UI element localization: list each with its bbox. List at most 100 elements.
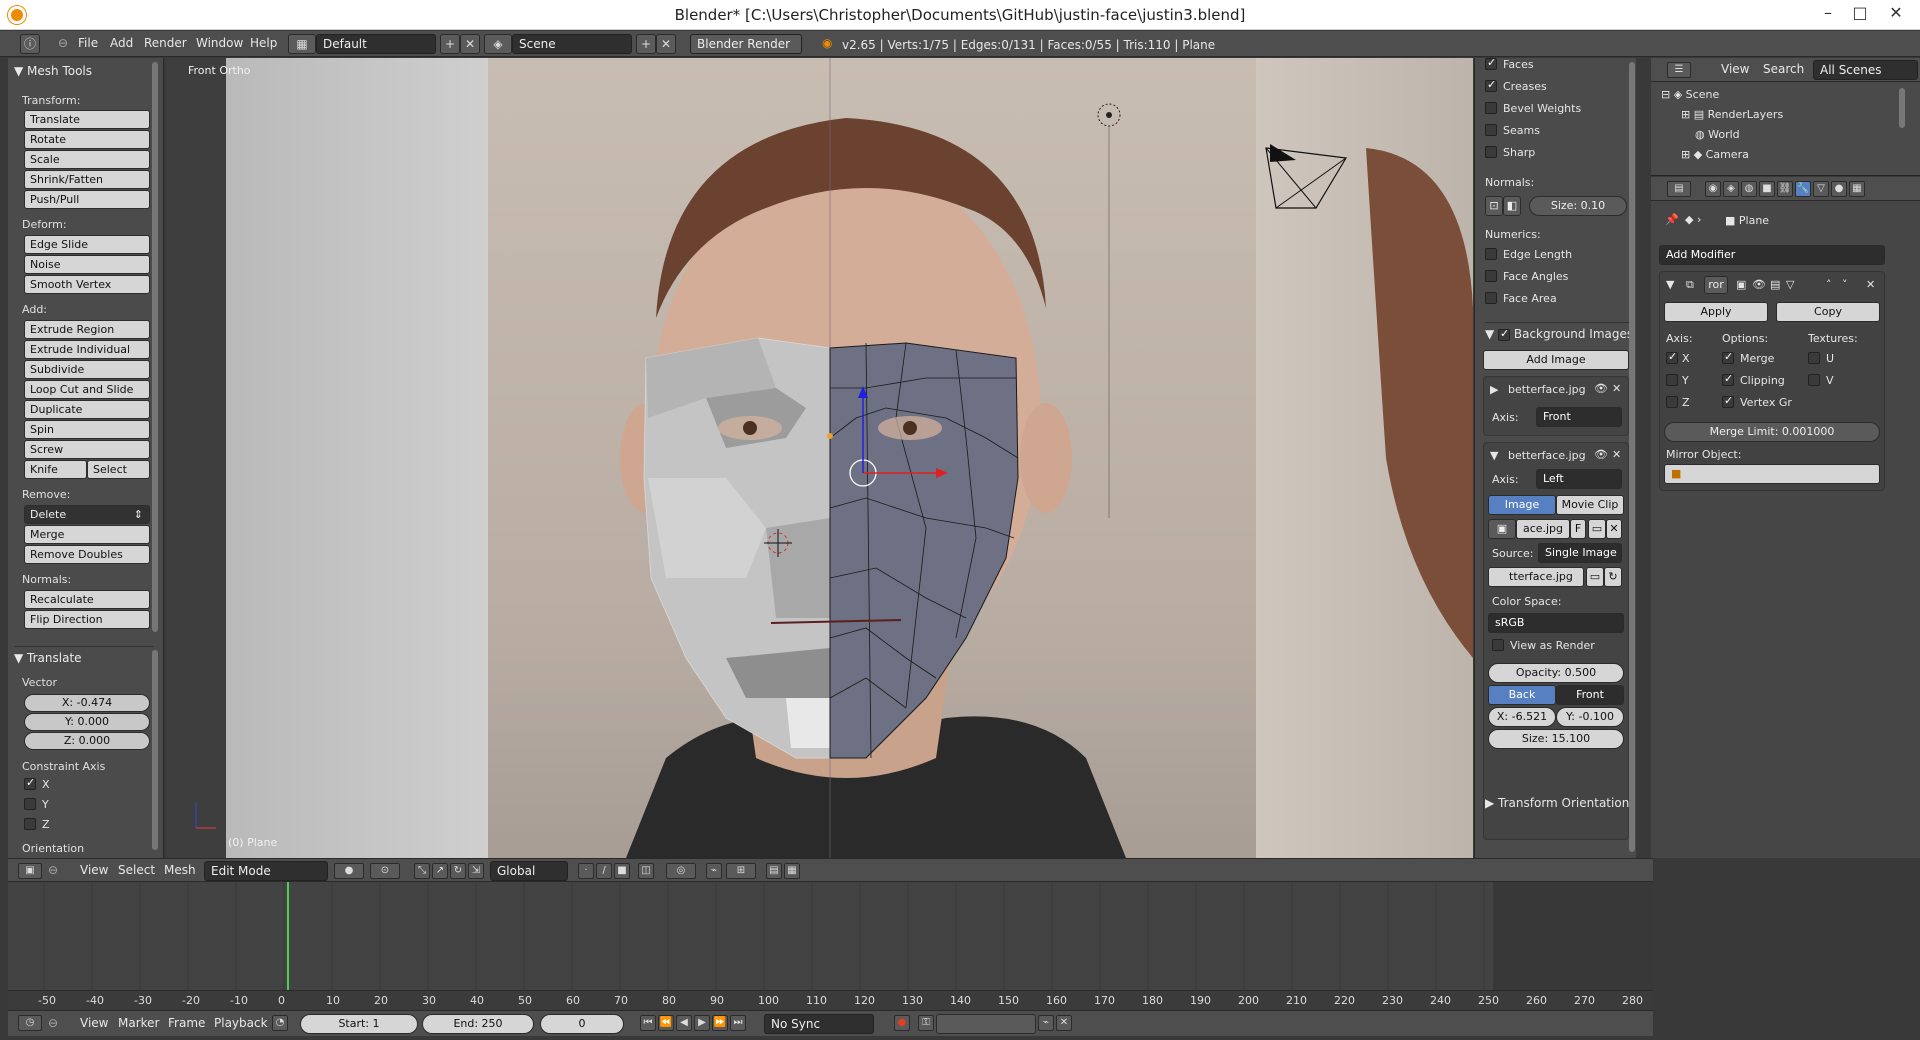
rotate-button[interactable]: Rotate xyxy=(24,130,150,149)
screw-button[interactable]: Screw xyxy=(24,440,150,459)
modifier-render-icon[interactable]: ▣ xyxy=(1736,278,1746,291)
clipping-checkbox[interactable] xyxy=(1722,372,1734,386)
unlink-image-icon[interactable]: ✕ xyxy=(1606,519,1622,539)
mirror-z-checkbox[interactable] xyxy=(1666,396,1678,408)
jump-keyframe-back-icon[interactable]: ⏪ xyxy=(658,1015,674,1031)
outliner-scene-item[interactable]: ⊟ ◈ Scene xyxy=(1661,88,1719,101)
image-2-collapse-icon[interactable]: ▼ xyxy=(1490,449,1498,462)
image-size-field[interactable]: Size: 15.100 xyxy=(1488,729,1624,749)
subdivide-button[interactable]: Subdivide xyxy=(24,360,150,379)
constraint-x-checkbox[interactable] xyxy=(24,776,36,790)
mirror-x-checkbox[interactable] xyxy=(1666,350,1678,364)
timeline-view-menu[interactable]: View xyxy=(80,1016,108,1030)
occlude-geometry-icon[interactable]: ◫ xyxy=(638,863,654,879)
merge-button[interactable]: Merge xyxy=(24,525,150,544)
vertex-select-icon[interactable]: · xyxy=(578,863,594,879)
smooth-vertex-button[interactable]: Smooth Vertex xyxy=(24,275,150,294)
spin-button[interactable]: Spin xyxy=(24,420,150,439)
remove-doubles-button[interactable]: Remove Doubles xyxy=(24,545,150,564)
play-icon[interactable]: ▶ xyxy=(694,1015,710,1031)
sharp-checkbox[interactable] xyxy=(1485,146,1497,158)
image-2-axis-dropdown[interactable]: Left xyxy=(1536,469,1622,489)
front-toggle[interactable]: Front xyxy=(1556,685,1624,705)
outliner-camera-item[interactable]: ⊞ ◆ Camera xyxy=(1681,148,1749,162)
vector-z-field[interactable]: Z: 0.000 xyxy=(24,732,150,750)
3d-collapse-icon[interactable]: ⊖ xyxy=(48,863,58,877)
edge-slide-button[interactable]: Edge Slide xyxy=(24,235,150,254)
menu-help[interactable]: Help xyxy=(250,36,277,50)
face-normals-icon[interactable]: ◧ xyxy=(1503,196,1521,216)
normals-size-field[interactable]: Size: 0.10 xyxy=(1529,196,1627,216)
opengl-anim-icon[interactable]: ▦ xyxy=(784,863,800,879)
outliner-editor-icon[interactable]: ☰ xyxy=(1667,62,1691,78)
image-filepath-field[interactable]: tterface.jpg xyxy=(1488,567,1584,587)
scene-tab-icon[interactable]: ◈ xyxy=(1723,181,1739,197)
move-up-icon[interactable]: ˄ xyxy=(1826,278,1832,291)
menu-render[interactable]: Render xyxy=(144,36,187,50)
snap-toggle-icon[interactable]: ⌁ xyxy=(706,863,722,879)
texture-tab-icon[interactable]: ▦ xyxy=(1849,181,1865,197)
keying-set-field[interactable] xyxy=(936,1014,1036,1034)
constraint-y-checkbox[interactable] xyxy=(24,798,36,810)
timeline-frame-menu[interactable]: Frame xyxy=(168,1016,205,1030)
push-pull-button[interactable]: Push/Pull xyxy=(24,190,150,209)
source-dropdown[interactable]: Single Image xyxy=(1538,543,1622,563)
delete-keyframe-icon[interactable]: ✕ xyxy=(1056,1015,1072,1031)
outliner-renderlayers-item[interactable]: ⊞ ▤ RenderLayers xyxy=(1681,108,1783,121)
image-2-remove-icon[interactable]: ✕ xyxy=(1612,448,1621,461)
timeline-editor[interactable]: -50 -40 -30 -20 -10 0 10 20 30 40 50 60 70 80 90 100 110… xyxy=(8,882,1653,1010)
maximize-button[interactable]: □ xyxy=(1840,2,1880,26)
add-layout-icon[interactable]: + xyxy=(440,34,460,54)
start-frame-field[interactable]: Start: 1 xyxy=(300,1014,418,1034)
texture-v-checkbox[interactable] xyxy=(1808,374,1820,386)
object-tab-icon[interactable]: ■ xyxy=(1759,181,1775,197)
modifier-view-icon[interactable]: 👁 xyxy=(1752,278,1766,291)
browse-filepath-icon[interactable]: ▭ xyxy=(1586,567,1604,587)
scene-icon[interactable]: ◈ xyxy=(484,34,512,54)
merge-limit-field[interactable]: Merge Limit: 0.001000 xyxy=(1664,422,1880,442)
image-1-axis-dropdown[interactable]: Front xyxy=(1536,407,1622,427)
proportional-editing-icon[interactable]: ◎ xyxy=(666,863,696,879)
render-engine-dropdown[interactable]: Blender Render xyxy=(690,34,802,54)
transform-orientation-dropdown[interactable]: Global xyxy=(490,861,568,881)
image-browse-icon[interactable]: ▣ xyxy=(1488,519,1516,539)
fake-user-toggle[interactable]: F xyxy=(1570,519,1586,539)
move-down-icon[interactable]: ˅ xyxy=(1842,278,1848,291)
transform-orientations-header[interactable]: ▶ Transform Orientations xyxy=(1485,796,1636,810)
close-window-button[interactable]: ✕ xyxy=(1876,2,1916,26)
background-images-checkbox[interactable] xyxy=(1498,327,1511,341)
creases-checkbox[interactable] xyxy=(1485,78,1497,92)
mesh-tools-header[interactable]: ▼ Mesh Tools xyxy=(14,64,92,78)
3d-view-menu[interactable]: View xyxy=(80,863,108,877)
knife-select-button[interactable]: Select xyxy=(87,460,150,479)
modifier-cage-icon[interactable]: ▽ xyxy=(1786,278,1794,291)
opengl-render-icon[interactable]: ▤ xyxy=(766,863,782,879)
tab-movie-clip[interactable]: Movie Clip xyxy=(1556,495,1624,515)
jump-end-icon[interactable]: ⏭ xyxy=(730,1015,746,1031)
add-image-button[interactable]: Add Image xyxy=(1483,350,1629,370)
face-area-checkbox[interactable] xyxy=(1485,292,1497,304)
manipulator-toggle-icon[interactable]: ⤡ xyxy=(414,863,430,879)
record-icon[interactable]: ● xyxy=(894,1015,910,1031)
properties-editor-icon[interactable]: ▤ xyxy=(1667,181,1691,197)
collapse-menu-icon[interactable]: ⊖ xyxy=(58,36,68,50)
scene-dropdown[interactable]: Scene xyxy=(512,34,632,54)
modifier-collapse-icon[interactable]: ▼ xyxy=(1666,278,1674,291)
play-reverse-icon[interactable]: ◀ xyxy=(676,1015,692,1031)
image-1-visibility-icon[interactable]: 👁 xyxy=(1594,382,1608,395)
lamp-object[interactable] xyxy=(1097,103,1121,518)
3d-mesh-menu[interactable]: Mesh xyxy=(164,863,196,877)
opacity-slider[interactable]: Opacity: 0.500 xyxy=(1488,663,1624,683)
scale-manipulator-icon[interactable]: ⇲ xyxy=(468,863,484,879)
pin-icon[interactable]: 📌 xyxy=(1665,213,1679,226)
data-tab-icon[interactable]: ▽ xyxy=(1813,181,1829,197)
preview-range-icon[interactable]: ◔ xyxy=(272,1015,288,1031)
modifiers-tab-icon[interactable]: 🔧 xyxy=(1795,181,1811,197)
3d-viewport[interactable]: Front Ortho (0) Plane xyxy=(166,58,1473,858)
timeline-marker-menu[interactable]: Marker xyxy=(118,1016,159,1030)
duplicate-button[interactable]: Duplicate xyxy=(24,400,150,419)
reload-image-icon[interactable]: ↻ xyxy=(1604,567,1622,587)
end-frame-field[interactable]: End: 250 xyxy=(422,1014,534,1034)
loop-cut-slide-button[interactable]: Loop Cut and Slide xyxy=(24,380,150,399)
modifier-name-field[interactable]: ror xyxy=(1704,276,1728,294)
